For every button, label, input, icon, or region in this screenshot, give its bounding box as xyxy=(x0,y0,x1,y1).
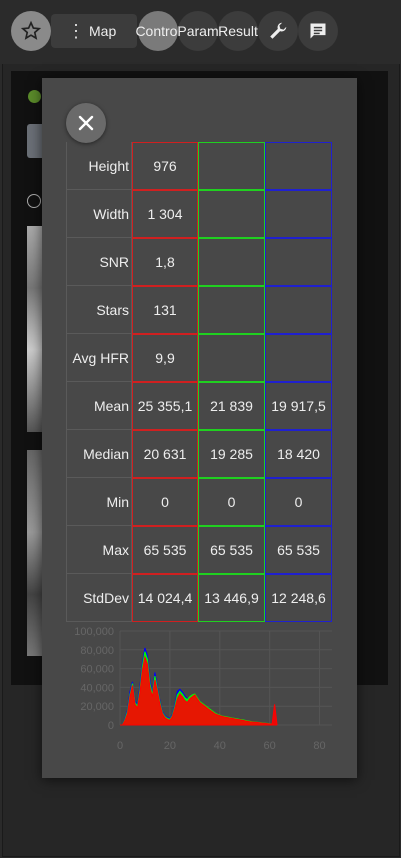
green-channel-value xyxy=(198,142,265,190)
stats-row: Mean 25 355,1 21 839 19 917,5 xyxy=(66,382,333,430)
background-radio xyxy=(27,194,41,208)
stats-row: SNR 1,8 xyxy=(66,238,333,286)
messages-button[interactable] xyxy=(298,11,338,51)
y-tick-label: 80,000 xyxy=(80,645,114,657)
favorite-button[interactable] xyxy=(11,11,51,51)
red-channel-value: 20 631 xyxy=(132,430,198,478)
green-channel-value: 21 839 xyxy=(198,382,265,430)
stats-row: Max 65 535 65 535 65 535 xyxy=(66,526,333,574)
blue-channel-value: 19 917,5 xyxy=(265,382,332,430)
star-icon xyxy=(20,20,42,40)
red-channel-value: 25 355,1 xyxy=(132,382,198,430)
blue-channel-value xyxy=(265,142,332,190)
more-vert-icon: ⋮ xyxy=(67,21,85,41)
green-channel-value: 0 xyxy=(198,478,265,526)
stat-label: Min xyxy=(66,478,132,526)
y-tick-label: 0 xyxy=(108,720,114,732)
blue-channel-value: 18 420 xyxy=(265,430,332,478)
green-channel-value xyxy=(198,286,265,334)
stats-row: Stars 131 xyxy=(66,286,333,334)
close-button[interactable] xyxy=(66,103,106,143)
blue-channel-value xyxy=(265,334,332,382)
stat-label: Avg HFR xyxy=(66,334,132,382)
x-tick-label: 20 xyxy=(164,740,176,752)
red-channel-value: 14 024,4 xyxy=(132,574,198,622)
y-tick-label: 100,000 xyxy=(74,626,114,638)
stat-label: Stars xyxy=(66,286,132,334)
stats-row: Min 0 0 0 xyxy=(66,478,333,526)
histogram-chart: 0 20,000 40,000 60,000 80,000 100,000 0 20 40 60 8… xyxy=(74,626,332,752)
green-channel-value xyxy=(198,238,265,286)
stat-label: Median xyxy=(66,430,132,478)
tab-param[interactable]: Param xyxy=(177,11,219,51)
red-channel-value: 0 xyxy=(132,478,198,526)
x-tick-label: 80 xyxy=(313,740,325,752)
red-channel-value: 9,9 xyxy=(132,334,198,382)
top-toolbar: ⋮ Map Control Param Result xyxy=(0,0,401,64)
close-icon xyxy=(78,115,94,131)
green-channel-value: 19 285 xyxy=(198,430,265,478)
stats-row: Height 976 xyxy=(66,142,333,190)
red-channel-value: 65 535 xyxy=(132,526,198,574)
red-channel-value: 1,8 xyxy=(132,238,198,286)
wrench-icon xyxy=(270,22,287,39)
y-tick-label: 40,000 xyxy=(80,682,114,694)
stat-label: Max xyxy=(66,526,132,574)
red-channel-value: 1 304 xyxy=(132,190,198,238)
map-menu-button[interactable]: ⋮ Map xyxy=(51,14,137,48)
stat-label: Height xyxy=(66,142,132,190)
stat-label: SNR xyxy=(66,238,132,286)
green-channel-value xyxy=(198,190,265,238)
tab-result[interactable]: Result xyxy=(218,11,258,51)
green-channel-value: 13 446,9 xyxy=(198,574,265,622)
background-image-bottom xyxy=(27,450,43,656)
y-tick-label: 60,000 xyxy=(80,664,114,676)
stats-row: Median 20 631 19 285 18 420 xyxy=(66,430,333,478)
x-tick-label: 40 xyxy=(214,740,226,752)
stat-label: Mean xyxy=(66,382,132,430)
blue-channel-value xyxy=(265,238,332,286)
red-series xyxy=(120,655,278,726)
stat-label: Width xyxy=(66,190,132,238)
map-menu-label: Map xyxy=(89,23,117,39)
stats-table: Height 976 Width 1 304 SNR 1,8 Stars 131 Avg HFR… xyxy=(66,142,333,622)
status-dot xyxy=(28,90,41,103)
stats-row: Width 1 304 xyxy=(66,190,333,238)
x-tick-label: 60 xyxy=(264,740,276,752)
blue-channel-value: 65 535 xyxy=(265,526,332,574)
stats-row: StdDev 14 024,4 13 446,9 12 248,6 xyxy=(66,574,333,622)
tab-control[interactable]: Control xyxy=(135,11,181,51)
red-channel-value: 976 xyxy=(132,142,198,190)
green-channel-value xyxy=(198,334,265,382)
blue-channel-value xyxy=(265,286,332,334)
tools-button[interactable] xyxy=(258,11,298,51)
blue-channel-value: 0 xyxy=(265,478,332,526)
red-channel-value: 131 xyxy=(132,286,198,334)
blue-channel-value: 12 248,6 xyxy=(265,574,332,622)
chat-icon xyxy=(310,23,326,39)
green-channel-value: 65 535 xyxy=(198,526,265,574)
x-tick-label: 0 xyxy=(117,740,123,752)
background-image-top xyxy=(27,226,43,432)
y-tick-label: 20,000 xyxy=(80,701,114,713)
stats-row: Avg HFR 9,9 xyxy=(66,334,333,382)
blue-channel-value xyxy=(265,190,332,238)
stat-label: StdDev xyxy=(66,574,132,622)
